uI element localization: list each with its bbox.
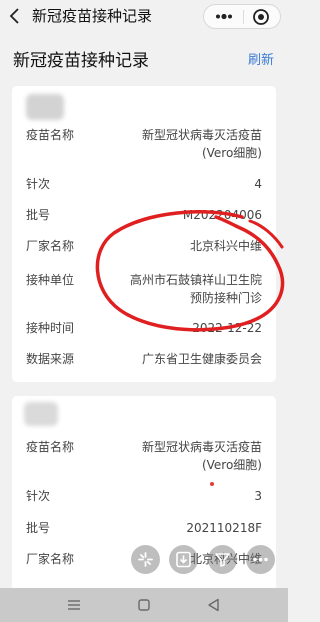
row-value: 广东省卫生健康委员会 (141, 352, 262, 366)
download-icon[interactable] (169, 545, 198, 574)
chevron-left-icon[interactable] (6, 5, 26, 27)
row-label: 疫苗名称 (26, 128, 75, 142)
row-value-line2: 预防接种门诊 (189, 291, 262, 305)
row-label: 疫苗名称 (26, 440, 75, 454)
blurred-name (24, 402, 58, 426)
row-value: 北京科兴中维 (189, 239, 262, 253)
row-value-line2: (Vero细胞) (201, 458, 262, 472)
more-icon[interactable] (246, 545, 275, 574)
record-row-vaccine-name: 疫苗名称 新型冠状病毒灭活疫苗 (Vero细胞) (12, 439, 276, 473)
row-value-line1: 新型冠状病毒灭活疫苗 (141, 440, 262, 454)
menu-icon[interactable] (64, 596, 84, 614)
row-value: 4 (254, 177, 262, 191)
row-value-line2: (Vero细胞) (201, 146, 262, 160)
page-title: 新冠疫苗接种记录 (13, 51, 149, 71)
row-value: 202110218F (186, 521, 262, 535)
system-nav-bar (0, 588, 288, 622)
row-label: 接种时间 (26, 321, 75, 335)
row-value: 2022-12-22 (192, 321, 262, 335)
record-row-site: 接种单位 高州市石鼓镇祥山卫生院 预防接种门诊 (12, 272, 276, 308)
record-row-vaccine-name: 疫苗名称 新型冠状病毒灭活疫苗 (Vero细胞) (12, 127, 276, 161)
row-label: 针次 (26, 489, 51, 503)
row-label: 厂家名称 (26, 239, 75, 253)
row-label: 数据来源 (26, 352, 75, 366)
row-label: 厂家名称 (26, 552, 75, 566)
row-label: 批号 (26, 521, 51, 535)
row-label: 针次 (26, 177, 51, 191)
capsule-divider (243, 10, 244, 24)
close-circle-icon[interactable] (251, 7, 271, 27)
row-value: 3 (254, 489, 262, 503)
spark-icon[interactable] (131, 545, 160, 574)
mini-program-nav-bar: 新冠疫苗接种记录 (0, 0, 288, 34)
row-value: M202204006 (182, 208, 262, 222)
nav-title: 新冠疫苗接种记录 (32, 7, 153, 25)
refresh-button[interactable]: 刷新 (248, 52, 274, 70)
row-value-line1: 高州市石鼓镇祥山卫生院 (129, 273, 262, 287)
home-square-icon[interactable] (134, 596, 154, 614)
row-value-line1: 新型冠状病毒灭活疫苗 (141, 128, 262, 142)
more-dots-icon[interactable] (214, 9, 234, 24)
filter-icon[interactable] (208, 545, 237, 574)
mini-program-capsule (203, 4, 281, 29)
red-dot-marker (210, 482, 214, 486)
row-label: 接种单位 (26, 273, 75, 287)
vaccination-record-card: 疫苗名称 新型冠状病毒灭活疫苗 (Vero细胞) 针次 4 批号 M202204… (12, 86, 276, 382)
blurred-name (26, 94, 64, 120)
back-triangle-icon[interactable] (204, 596, 224, 614)
row-label: 批号 (26, 208, 51, 222)
